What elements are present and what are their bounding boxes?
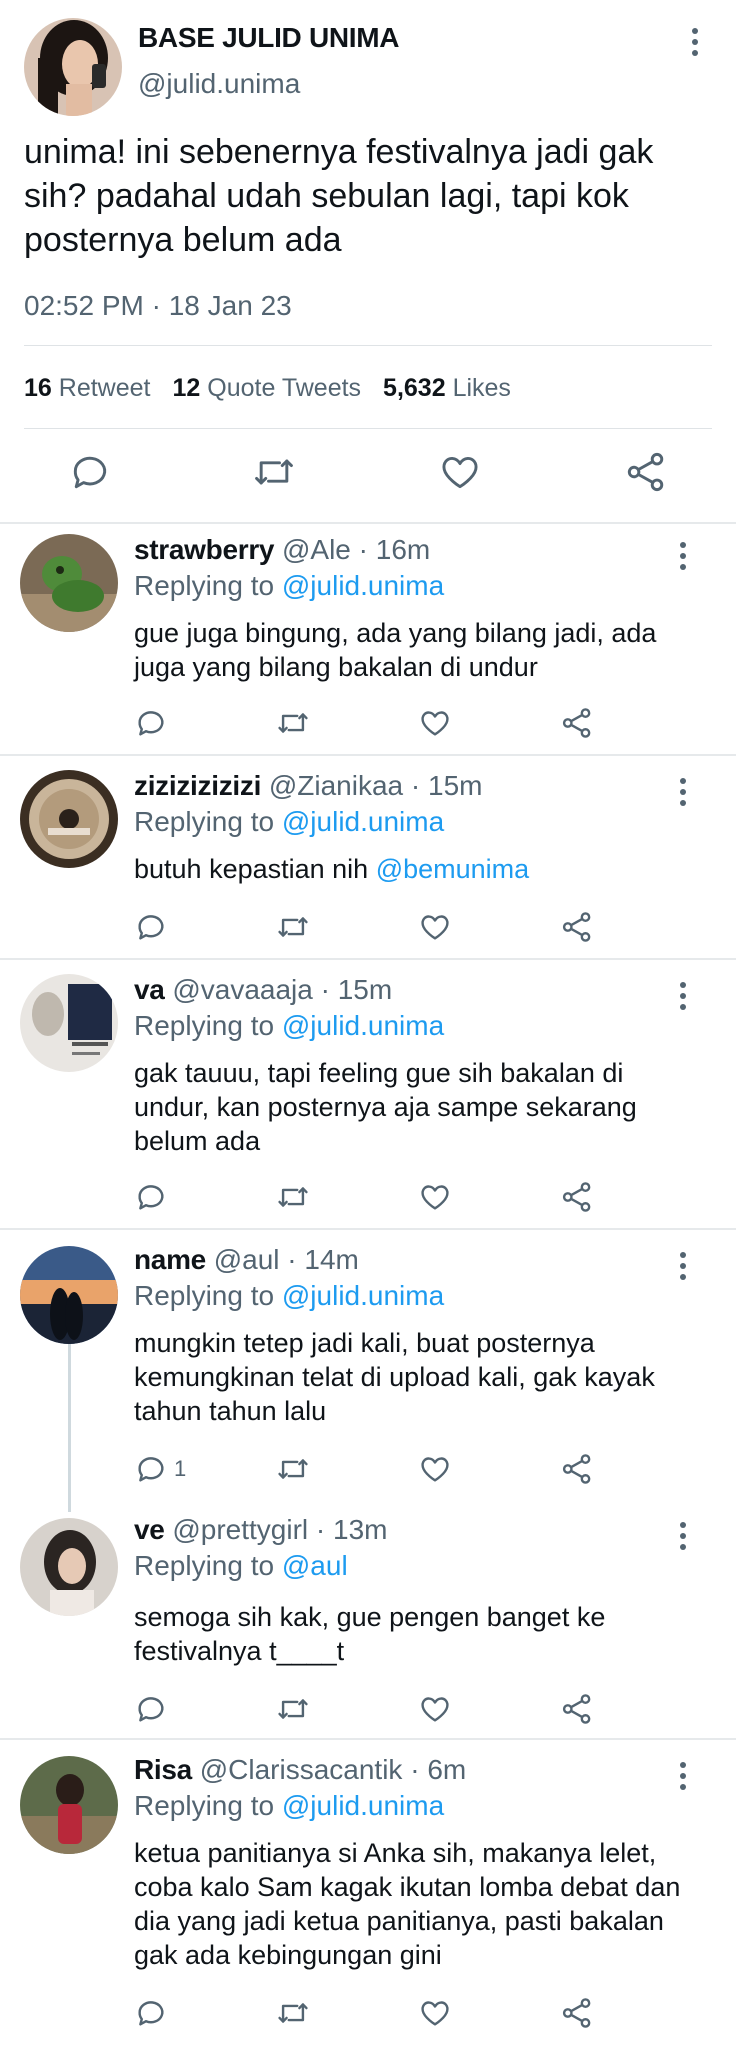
avatar[interactable]: [20, 1518, 118, 1616]
main-tweet: BASE JULID UNIMA @julid.unima unima! ini…: [0, 0, 736, 522]
reply-text: gue juga bingung, ada yang bilang jadi, …: [134, 618, 657, 682]
retweet-icon[interactable]: [276, 706, 310, 740]
user-handle[interactable]: @Clarissacantik · 6m: [200, 1754, 466, 1785]
heart-icon[interactable]: [418, 1692, 452, 1726]
reply-actions: [0, 910, 736, 946]
display-name[interactable]: BASE JULID UNIMA: [138, 22, 400, 54]
avatar[interactable]: [24, 18, 122, 116]
tweet-stats: 16 Retweet 12 Quote Tweets 5,632 Likes: [24, 374, 511, 403]
reply-tweet[interactable]: zizizizizizi @Zianikaa · 15m Replying to…: [0, 756, 736, 958]
display-name[interactable]: zizizizizizi: [134, 770, 261, 801]
mention-link[interactable]: @julid.unima: [282, 1790, 444, 1821]
retweet-icon[interactable]: [276, 1692, 310, 1726]
reply-actions: [0, 706, 736, 742]
comment-icon[interactable]: [134, 1180, 168, 1214]
replying-to: Replying to @julid.unima: [134, 1790, 445, 1821]
share-icon[interactable]: [624, 450, 668, 494]
reply-text: mungkin tetep jadi kali, buat posternya …: [134, 1328, 655, 1426]
replying-to: Replying to @julid.unima: [134, 570, 445, 601]
divider: [24, 428, 712, 429]
more-options-icon[interactable]: [691, 28, 699, 61]
display-name[interactable]: va: [134, 974, 165, 1005]
more-options-icon[interactable]: [679, 1252, 687, 1285]
heart-icon[interactable]: [418, 1180, 452, 1214]
reply-actions: [0, 1180, 736, 1216]
mention-link[interactable]: @julid.unima: [282, 806, 444, 837]
mention-link[interactable]: @julid.unima: [282, 570, 444, 601]
reply-tweet[interactable]: va @vavaaaja · 15m Replying to @julid.un…: [0, 960, 736, 1228]
comment-icon[interactable]: [134, 1452, 168, 1486]
reply-text: butuh kepastian nih @bemunima: [134, 854, 530, 884]
divider: [24, 345, 712, 346]
heart-icon[interactable]: [438, 450, 482, 494]
share-icon[interactable]: [560, 1692, 594, 1726]
share-icon[interactable]: [560, 910, 594, 944]
replying-to: Replying to @julid.unima: [134, 806, 445, 837]
retweet-icon[interactable]: [276, 1996, 310, 2030]
heart-icon[interactable]: [418, 706, 452, 740]
quotes-stat[interactable]: 12 Quote Tweets: [172, 374, 361, 402]
user-handle[interactable]: @prettygirl · 13m: [172, 1514, 387, 1545]
more-options-icon[interactable]: [679, 542, 687, 575]
replying-to: Replying to @julid.unima: [134, 1280, 445, 1311]
reply-tweet[interactable]: ve @prettygirl · 13m Replying to @aul se…: [0, 1500, 736, 1738]
heart-icon[interactable]: [418, 1452, 452, 1486]
reply-tweet[interactable]: name @aul · 14m Replying to @julid.unima…: [0, 1230, 736, 1500]
reply-actions: [0, 1996, 736, 2032]
user-handle[interactable]: @vavaaaja · 15m: [172, 974, 392, 1005]
retweet-icon[interactable]: [276, 910, 310, 944]
comment-icon[interactable]: [68, 450, 112, 494]
user-handle[interactable]: @julid.unima: [138, 68, 300, 100]
reply-actions: 1: [0, 1452, 736, 1488]
reply-actions: [0, 1692, 736, 1728]
tweet-actions: [0, 450, 736, 500]
retweet-icon[interactable]: [276, 1180, 310, 1214]
reply-text: semoga sih kak, gue pengen banget ke fes…: [134, 1602, 606, 1666]
heart-icon[interactable]: [418, 1996, 452, 2030]
more-options-icon[interactable]: [679, 778, 687, 811]
avatar[interactable]: [20, 534, 118, 632]
reply-tweet[interactable]: strawberry @Ale · 16m Replying to @julid…: [0, 524, 736, 754]
comment-icon[interactable]: [134, 1996, 168, 2030]
more-options-icon[interactable]: [679, 1522, 687, 1555]
share-icon[interactable]: [560, 706, 594, 740]
replying-to: Replying to @julid.unima: [134, 1010, 445, 1041]
display-name[interactable]: Risa: [134, 1754, 192, 1785]
mention-link[interactable]: @bemunima: [376, 854, 529, 884]
reply-tweet[interactable]: Risa @Clarissacantik · 6m Replying to @j…: [0, 1740, 736, 2048]
user-handle[interactable]: @aul · 14m: [214, 1244, 359, 1275]
share-icon[interactable]: [560, 1180, 594, 1214]
retweets-stat[interactable]: 16 Retweet: [24, 374, 150, 402]
mention-link[interactable]: @julid.unima: [282, 1280, 444, 1311]
more-options-icon[interactable]: [679, 982, 687, 1015]
tweet-text: unima! ini sebenernya festivalnya jadi g…: [24, 133, 654, 259]
comment-icon[interactable]: [134, 910, 168, 944]
display-name[interactable]: name: [134, 1244, 206, 1275]
reply-text: gak tauuu, tapi feeling gue sih bakalan …: [134, 1058, 637, 1156]
share-icon[interactable]: [560, 1996, 594, 2030]
avatar[interactable]: [20, 974, 118, 1072]
mention-link[interactable]: @julid.unima: [282, 1010, 444, 1041]
replying-to: Replying to @aul: [134, 1550, 348, 1581]
avatar[interactable]: [20, 1246, 118, 1344]
retweet-icon[interactable]: [276, 1452, 310, 1486]
avatar[interactable]: [20, 770, 118, 868]
display-name[interactable]: ve: [134, 1514, 165, 1545]
tweet-timestamp: 02:52 PM · 18 Jan 23: [24, 290, 292, 321]
display-name[interactable]: strawberry: [134, 534, 274, 565]
mention-link[interactable]: @aul: [282, 1550, 348, 1581]
likes-stat[interactable]: 5,632 Likes: [383, 374, 511, 402]
retweet-icon[interactable]: [252, 450, 296, 494]
comment-icon[interactable]: [134, 706, 168, 740]
user-handle[interactable]: @Ale · 16m: [282, 534, 430, 565]
heart-icon[interactable]: [418, 910, 452, 944]
avatar[interactable]: [20, 1756, 118, 1854]
user-handle[interactable]: @Zianikaa · 15m: [269, 770, 483, 801]
share-icon[interactable]: [560, 1452, 594, 1486]
comment-icon[interactable]: [134, 1692, 168, 1726]
reply-text: ketua panitianya si Anka sih, makanya le…: [134, 1838, 681, 1970]
reply-count: 1: [174, 1456, 187, 1481]
more-options-icon[interactable]: [679, 1762, 687, 1795]
